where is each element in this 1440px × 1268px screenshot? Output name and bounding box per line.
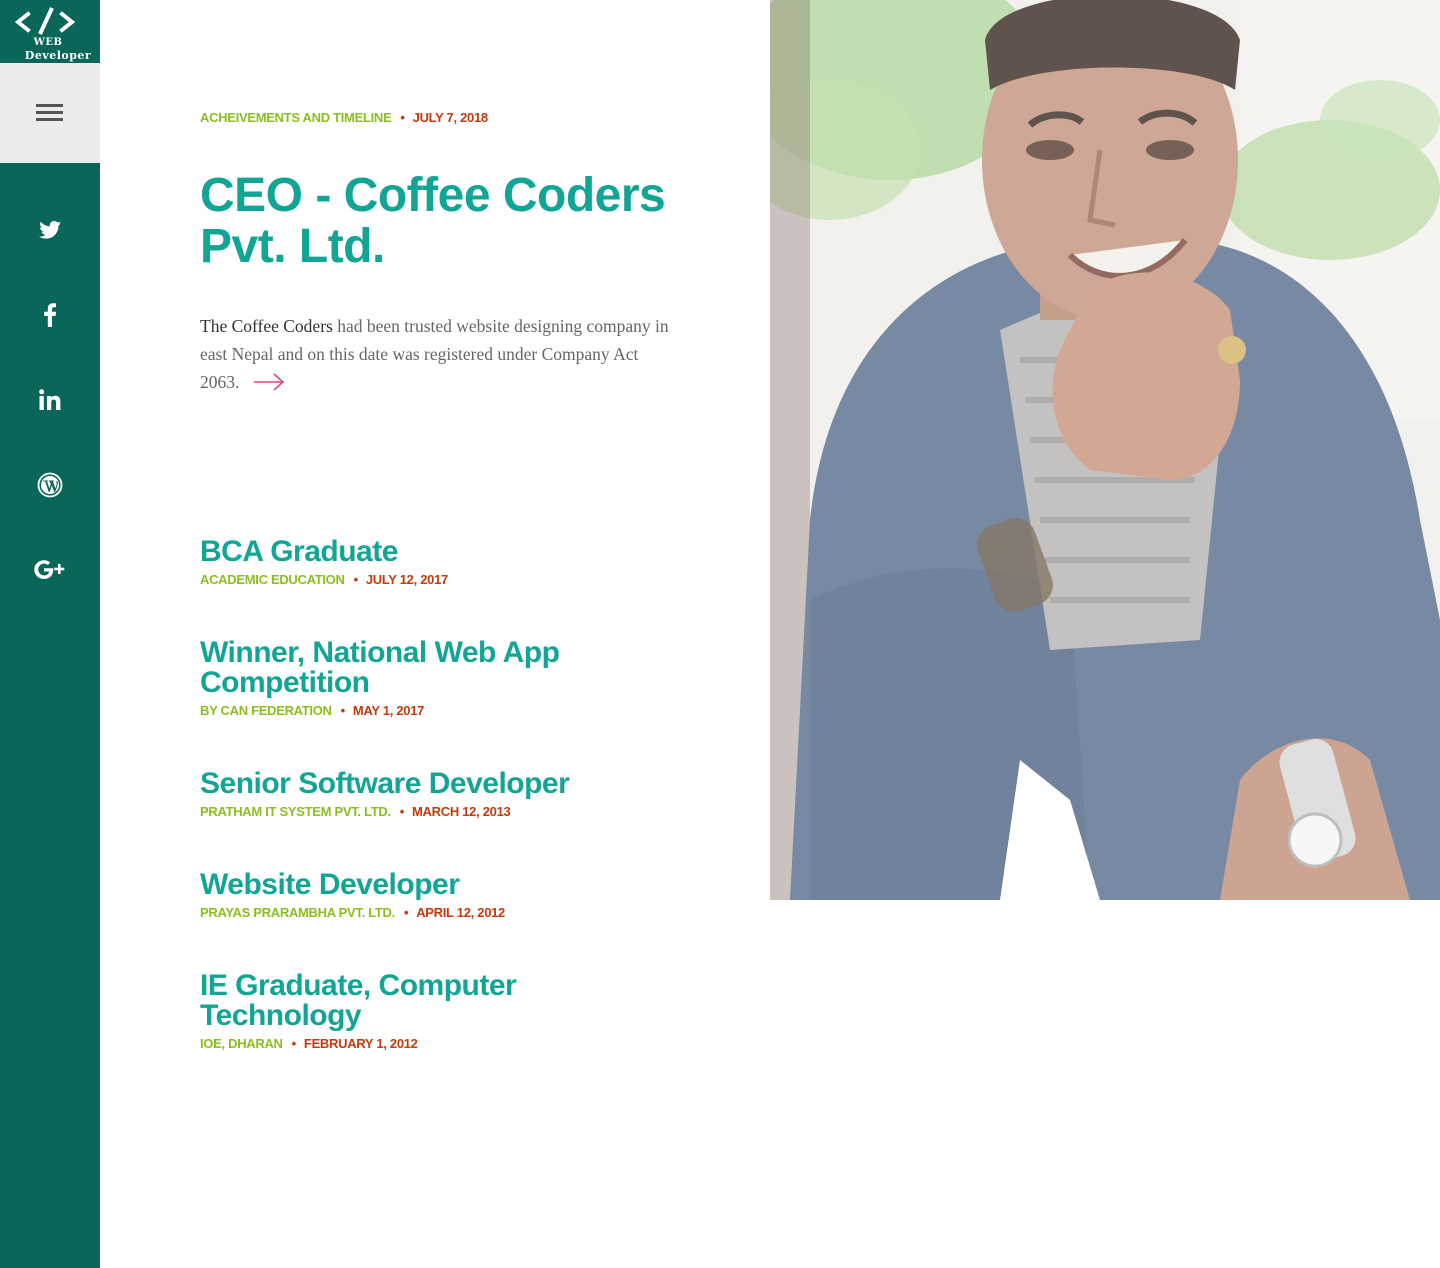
site-logo[interactable]: WEB Developer [0,0,100,63]
category-link[interactable]: IOE, DHARAN [200,1036,283,1051]
meta-separator: • [400,110,405,125]
timeline-item-title[interactable]: BCA Graduate [200,537,680,567]
category-link[interactable]: PRATHAM IT SYSTEM PVT. LTD. [200,804,391,819]
timeline-item: Winner, National Web App Competition BY … [200,638,680,719]
linkedin-icon [39,389,61,410]
excerpt-company: The Coffee Coders [200,316,333,336]
featured-excerpt: The Coffee Coders had been trusted websi… [200,312,680,396]
facebook-link[interactable] [0,285,100,345]
category-link[interactable]: BY CAN FEDERATION [200,703,332,718]
timeline-item: BCA Graduate ACADEMIC EDUCATION • JULY 12,… [200,537,680,588]
linkedin-link[interactable] [0,370,100,430]
timeline-item-meta: PRAYAS PRARAMBHA PVT. LTD. • APRIL 12, 201… [200,905,680,920]
date-link[interactable]: APRIL 12, 2012 [416,905,505,920]
google-plus-link[interactable] [0,540,100,600]
hamburger-icon-bar [36,118,63,121]
hamburger-icon [36,104,63,107]
twitter-link[interactable] [0,200,100,260]
timeline-item-title[interactable]: Website Developer [200,870,680,900]
category-link[interactable]: PRAYAS PRARAMBHA PVT. LTD. [200,905,395,920]
meta-separator: • [291,1036,297,1051]
portrait-image [770,0,1440,900]
featured-title[interactable]: CEO - Coffee Coders Pvt. Ltd. [200,170,680,272]
timeline-item-meta: IOE, DHARAN • FEBRUARY 1, 2012 [200,1036,680,1051]
code-icon [14,7,76,35]
timeline-item-title[interactable]: Winner, National Web App Competition [200,638,680,698]
timeline-item: Senior Software Developer PRATHAM IT SYS… [200,769,680,820]
meta-separator: • [340,703,346,718]
profile-photo [770,0,1440,900]
meta-separator: • [353,572,359,587]
google-plus-icon [34,560,65,579]
date-link[interactable]: JULY 7, 2018 [413,110,488,125]
timeline-item-meta: ACADEMIC EDUCATION • JULY 12, 2017 [200,572,680,587]
facebook-icon [44,303,56,327]
timeline-item-title[interactable]: IE Graduate, Computer Technology [200,971,680,1031]
wordpress-icon [37,472,63,498]
sidebar: WEB Developer [0,0,100,1268]
meta-separator: • [399,804,405,819]
date-link[interactable]: MAY 1, 2017 [353,703,424,718]
timeline-item-meta: BY CAN FEDERATION • MAY 1, 2017 [200,703,680,718]
logo-text-developer: Developer [24,49,92,62]
category-link[interactable]: ACADEMIC EDUCATION [200,572,345,587]
featured-meta: ACHEIVEMENTS AND TIMELINE • JULY 7, 2018 [200,110,488,125]
timeline-item: Website Developer PRAYAS PRARAMBHA PVT. … [200,870,680,921]
timeline-item-meta: PRATHAM IT SYSTEM PVT. LTD. • MARCH 12, 20… [200,804,680,819]
date-link[interactable]: JULY 12, 2017 [366,572,448,587]
timeline-item: IE Graduate, Computer Technology IOE, DH… [200,971,680,1052]
category-link[interactable]: ACHEIVEMENTS AND TIMELINE [200,110,392,125]
twitter-icon [39,221,61,239]
date-link[interactable]: MARCH 12, 2013 [412,804,511,819]
wordpress-link[interactable] [0,455,100,515]
date-link[interactable]: FEBRUARY 1, 2012 [304,1036,418,1051]
menu-toggle-button[interactable] [0,63,100,163]
logo-text-web: WEB [33,37,63,48]
hamburger-icon-bar [36,111,63,114]
timeline-item-title[interactable]: Senior Software Developer [200,769,680,799]
arrow-right-icon[interactable] [253,372,285,392]
meta-separator: • [403,905,409,920]
